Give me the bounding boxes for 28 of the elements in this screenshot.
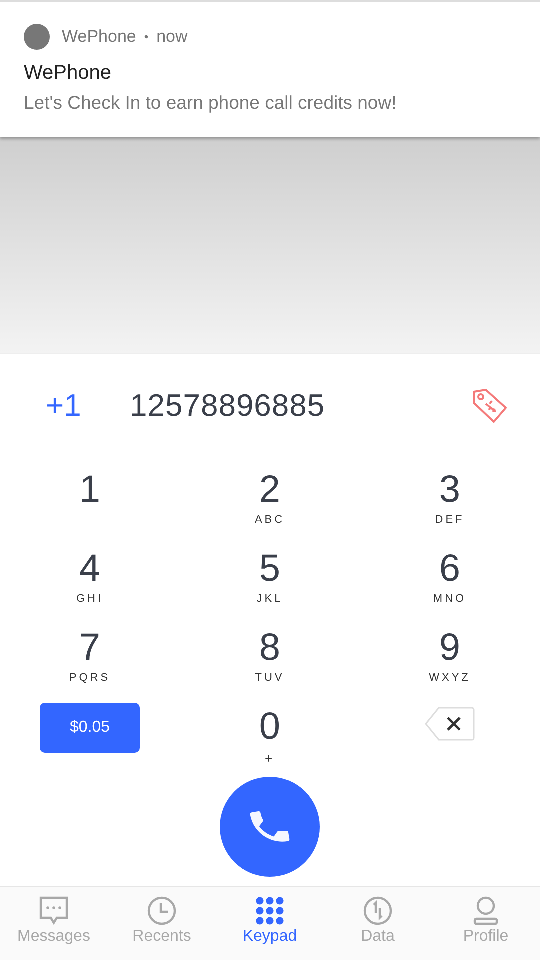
- keypad-key[interactable]: 0 +: [180, 695, 360, 774]
- price-tag-icon[interactable]: [470, 386, 510, 426]
- country-code[interactable]: +1: [46, 388, 130, 424]
- keypad-key[interactable]: 3 DEF: [360, 458, 540, 537]
- keypad-key[interactable]: 7 PQRS: [0, 616, 180, 695]
- notification-title: WePhone: [24, 62, 112, 85]
- keypad-icon: [255, 896, 285, 926]
- keypad-key[interactable]: 8 TUV: [180, 616, 360, 695]
- keypad-key[interactable]: 6 MNO: [360, 537, 540, 616]
- keypad-key[interactable]: 4 GHI: [0, 537, 180, 616]
- notification-time: now: [156, 27, 188, 47]
- backspace-icon[interactable]: [425, 707, 475, 741]
- separator: •: [144, 30, 149, 44]
- app-name: WePhone: [62, 27, 136, 47]
- keypad-key[interactable]: 2 ABC: [180, 458, 360, 537]
- notification-body: Let's Check In to earn phone call credits now!: [24, 92, 398, 114]
- app-icon: [24, 24, 50, 50]
- keypad-key[interactable]: 5 JKL: [180, 537, 360, 616]
- keypad-key[interactable]: 9 WXYZ: [360, 616, 540, 695]
- chat-bubble-icon: [39, 896, 69, 926]
- rate-button[interactable]: $0.05: [40, 703, 140, 753]
- phone-number-field[interactable]: 12578896885: [130, 388, 470, 424]
- data-icon: [363, 896, 393, 926]
- keypad-key[interactable]: 1: [0, 458, 180, 537]
- profile-icon: [471, 896, 501, 926]
- clock-icon: [147, 896, 177, 926]
- nav-tab[interactable]: Keypad: [216, 887, 324, 960]
- notification-card[interactable]: WePhone • now WePhone Let's Check In to earn phone call credits now!: [0, 0, 540, 137]
